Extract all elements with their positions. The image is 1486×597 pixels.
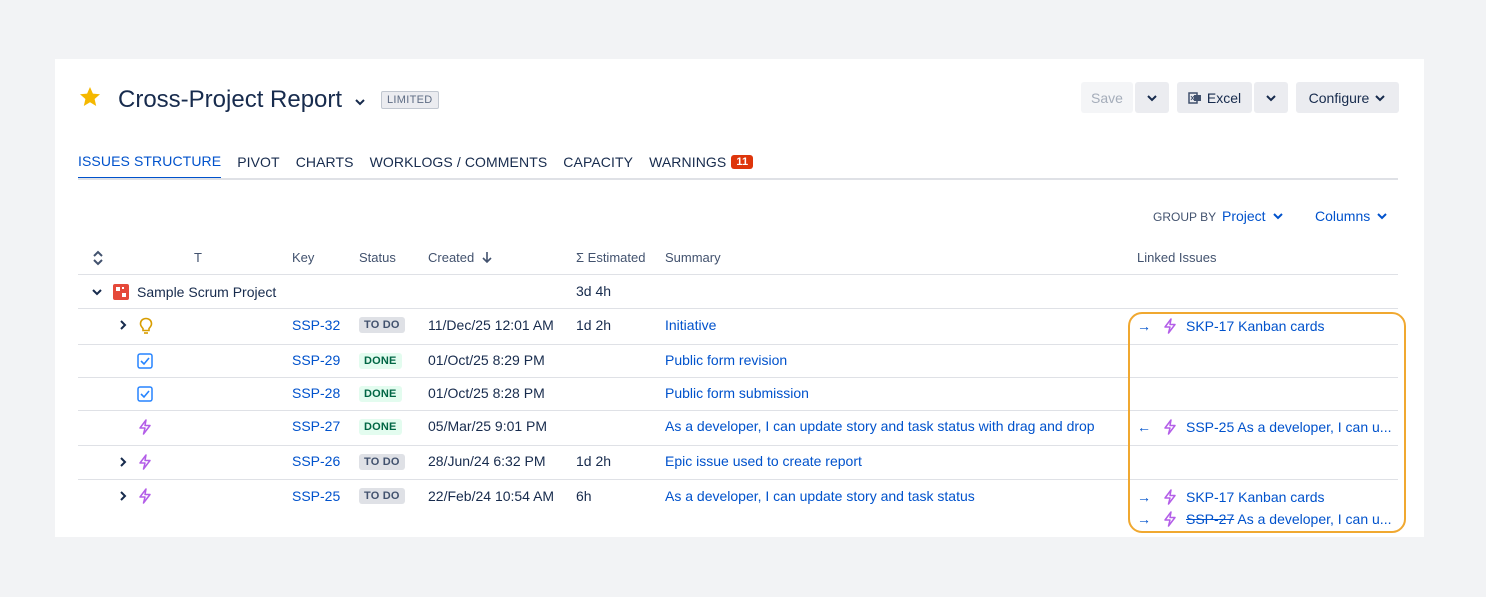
issue-key-link[interactable]: SSP-26 — [292, 453, 340, 469]
summary-link[interactable]: Public form revision — [665, 352, 787, 368]
summary-link[interactable]: As a developer, I can update story and t… — [665, 488, 975, 504]
chevron-right-icon[interactable] — [118, 319, 128, 331]
status-badge: DONE — [359, 386, 402, 402]
summary-link[interactable]: Public form submission — [665, 385, 809, 401]
group-by-label: GROUP BY — [1153, 210, 1217, 224]
project-avatar-icon — [113, 284, 129, 300]
tab-capacity[interactable]: CAPACITY — [563, 153, 633, 179]
save-button[interactable]: Save — [1081, 82, 1133, 113]
page-title: Cross-Project Report — [118, 86, 343, 113]
chevron-right-icon[interactable] — [118, 456, 128, 468]
task-checkbox-icon — [137, 386, 153, 402]
column-header-linked-issues[interactable]: Linked Issues — [1137, 250, 1217, 265]
linked-issues-highlight — [1128, 312, 1406, 533]
expand-collapse-all-icon[interactable] — [92, 250, 104, 266]
save-menu-button[interactable] — [1135, 82, 1169, 113]
tab-charts[interactable]: CHARTS — [296, 153, 354, 179]
chevron-down-icon — [1266, 94, 1276, 101]
columns-label: Columns — [1315, 208, 1371, 224]
warnings-count-badge: 11 — [731, 155, 754, 169]
column-header-estimated[interactable]: Σ Estimated — [576, 250, 645, 265]
columns-button[interactable]: Columns — [1315, 208, 1388, 224]
status-badge: TO DO — [359, 488, 405, 504]
save-label: Save — [1091, 89, 1123, 106]
estimated-value: 1d 2h — [576, 453, 612, 469]
excel-icon — [1188, 91, 1201, 104]
column-header-created[interactable]: Created — [428, 250, 493, 265]
tab-divider — [78, 178, 1398, 180]
created-date: 22/Feb/24 10:54 AM — [428, 488, 555, 504]
status-badge: TO DO — [359, 454, 405, 470]
group-by-select[interactable]: Project — [1222, 208, 1284, 224]
tab-pivot[interactable]: PIVOT — [237, 153, 280, 179]
chevron-down-icon — [1377, 213, 1387, 220]
summary-link[interactable]: Epic issue used to create report — [665, 453, 862, 469]
estimated-value: 1d 2h — [576, 317, 612, 333]
epic-lightning-icon — [139, 454, 151, 470]
summary-link[interactable]: Initiative — [665, 317, 716, 333]
status-badge: TO DO — [359, 317, 405, 333]
excel-menu-button[interactable] — [1254, 82, 1288, 113]
created-date: 01/Oct/25 8:28 PM — [428, 385, 545, 401]
tab-warnings[interactable]: WARNINGS 11 — [649, 153, 754, 179]
configure-label: Configure — [1308, 89, 1370, 106]
column-header-type[interactable]: T — [194, 250, 202, 265]
chevron-down-icon[interactable] — [91, 286, 103, 298]
issue-key-link[interactable]: SSP-29 — [292, 352, 340, 368]
status-badge: DONE — [359, 419, 402, 435]
arrow-down-icon — [482, 252, 492, 264]
created-date: 01/Oct/25 8:29 PM — [428, 352, 545, 368]
column-header-created-label: Created — [428, 250, 475, 265]
task-checkbox-icon — [137, 353, 153, 369]
epic-lightning-icon — [139, 488, 151, 504]
group-by-value: Project — [1222, 208, 1266, 224]
created-date: 11/Dec/25 12:01 AM — [428, 317, 554, 333]
tab-issues-structure[interactable]: ISSUES STRUCTURE — [78, 153, 222, 179]
initiative-lightbulb-icon — [139, 317, 153, 334]
row-divider — [78, 308, 1398, 309]
column-header-key[interactable]: Key — [292, 250, 314, 265]
header-divider — [78, 274, 1398, 275]
created-date: 28/Jun/24 6:32 PM — [428, 453, 546, 469]
tab-worklogs-comments[interactable]: WORKLOGS / COMMENTS — [370, 153, 548, 179]
configure-button[interactable]: Configure — [1296, 82, 1399, 113]
limited-badge: LIMITED — [381, 91, 439, 109]
chevron-down-icon — [1147, 94, 1157, 101]
estimated-value: 6h — [576, 488, 592, 504]
tab-bar: ISSUES STRUCTURE PIVOT CHARTS WORKLOGS /… — [78, 153, 769, 179]
chevron-down-icon — [1272, 213, 1283, 220]
chevron-down-icon — [1375, 94, 1386, 101]
epic-lightning-icon — [139, 419, 151, 435]
chevron-down-icon[interactable] — [353, 95, 367, 109]
created-date: 05/Mar/25 9:01 PM — [428, 418, 548, 434]
excel-label: Excel — [1206, 89, 1242, 106]
chevron-right-icon[interactable] — [118, 490, 128, 502]
issue-key-link[interactable]: SSP-28 — [292, 385, 340, 401]
status-badge: DONE — [359, 353, 402, 369]
group-estimated: 3d 4h — [576, 283, 612, 299]
column-header-summary[interactable]: Summary — [665, 250, 721, 265]
issue-key-link[interactable]: SSP-27 — [292, 418, 340, 434]
excel-button[interactable]: Excel — [1177, 82, 1252, 113]
column-header-status[interactable]: Status — [359, 250, 396, 265]
group-name: Sample Scrum Project — [137, 284, 277, 300]
issue-key-link[interactable]: SSP-25 — [292, 488, 340, 504]
report-card: Cross-Project Report LIMITED Save Excel … — [55, 59, 1424, 537]
issue-key-link[interactable]: SSP-32 — [292, 317, 340, 333]
summary-link[interactable]: As a developer, I can update story and t… — [665, 418, 1095, 434]
star-icon[interactable] — [78, 85, 102, 109]
